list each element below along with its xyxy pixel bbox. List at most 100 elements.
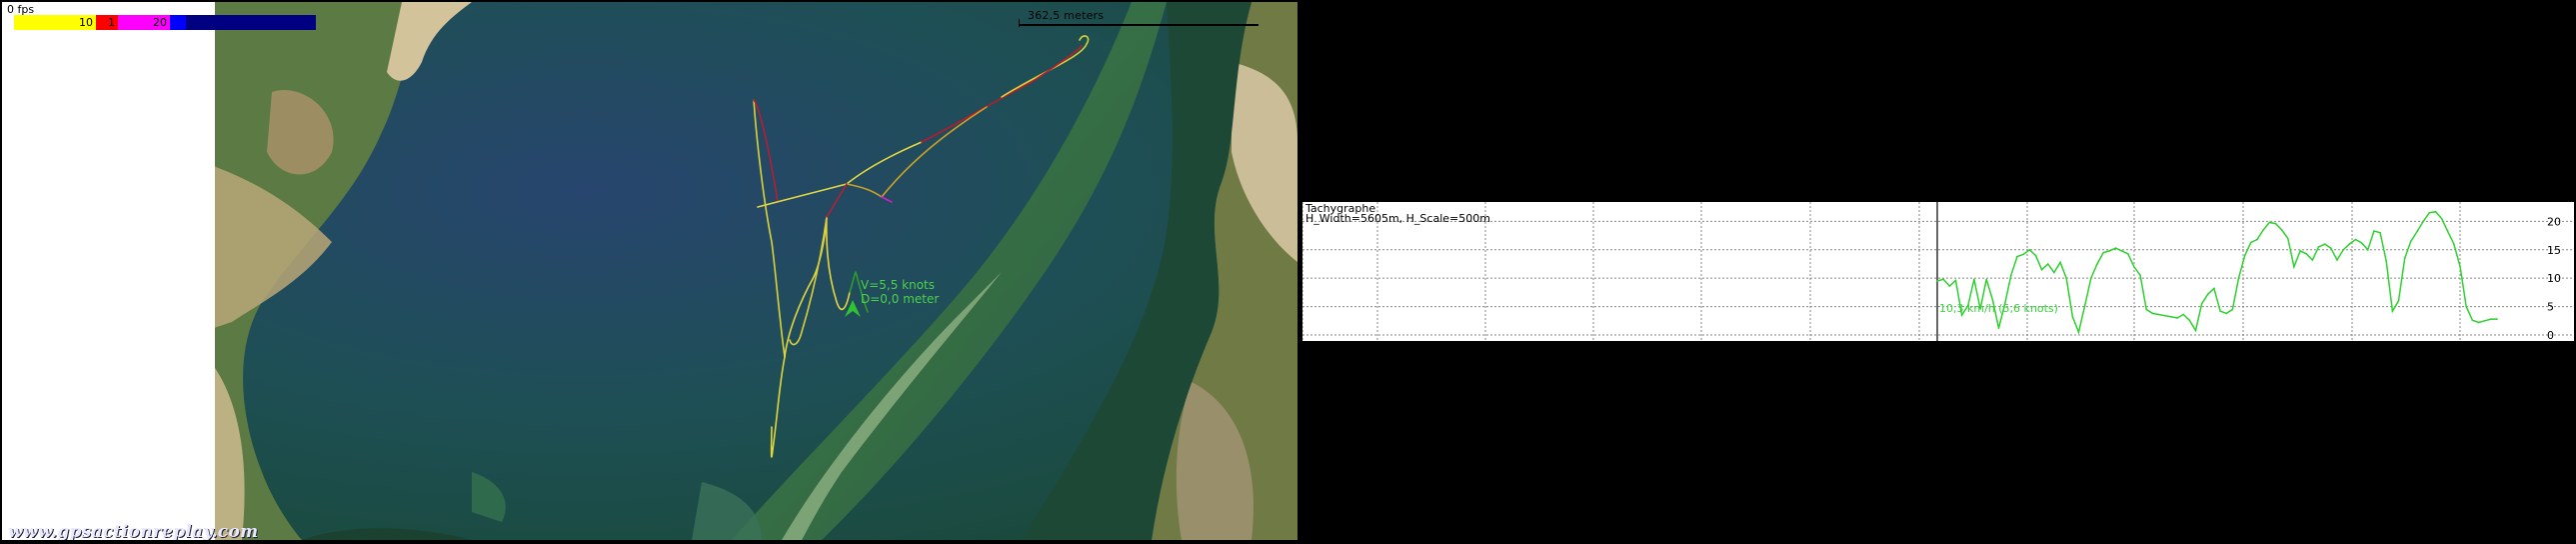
- speed-data-point: [2231, 308, 2234, 311]
- watermark-link[interactable]: www.gpsactionreplay.com: [8, 522, 258, 540]
- track-segment: [1001, 35, 1090, 98]
- distance-value: D=0,0 meter: [861, 292, 940, 306]
- speed-data-point: [2385, 260, 2387, 262]
- speed-data-point: [2354, 238, 2357, 241]
- speed-data-point: [2114, 247, 2117, 249]
- speed-data-point: [2422, 220, 2424, 223]
- speed-data-point: [2016, 255, 2018, 258]
- track-segment: [770, 356, 786, 458]
- speed-data-point: [2250, 241, 2252, 244]
- speed-data-point: [2336, 259, 2338, 261]
- speed-data-point: [2120, 250, 2123, 252]
- speed-value: V=5,5 knots: [861, 278, 936, 292]
- track-segment: [826, 216, 851, 311]
- speed-data-point: [2182, 313, 2184, 316]
- chart-subtitle: H_Width=5605m, H_Scale=500m: [1305, 212, 1490, 225]
- speed-data-point: [2410, 240, 2412, 243]
- scale-bar: [1019, 24, 1259, 26]
- speed-data-point: [2305, 253, 2307, 255]
- speed-data-point: [2139, 274, 2141, 277]
- speed-data-point: [1985, 278, 1987, 281]
- speed-data-point: [1936, 280, 1938, 282]
- speed-data-point: [2471, 319, 2474, 321]
- speed-data-point: [2053, 271, 2055, 274]
- track-segment: [753, 99, 779, 203]
- speed-data-point: [2317, 246, 2320, 248]
- track-segment: [753, 99, 786, 358]
- y-tick-label: 10: [2547, 272, 2561, 285]
- speed-data-point: [2219, 310, 2221, 312]
- speed-data-point: [2287, 237, 2289, 240]
- track-segment: [1031, 45, 1083, 83]
- speed-data-point: [2022, 253, 2024, 256]
- speed-data-point: [2360, 242, 2363, 244]
- speed-data-point: [2434, 210, 2437, 213]
- speed-data-point: [2459, 266, 2461, 268]
- speed-data-point: [2256, 238, 2258, 241]
- speed-data-point: [2477, 321, 2480, 324]
- speed-data-point: [2096, 263, 2098, 265]
- speed-data-point: [2465, 305, 2467, 308]
- track-segment: [757, 141, 923, 208]
- speed-data-point: [2151, 312, 2154, 315]
- speed-data-point: [2059, 261, 2061, 264]
- speed-data-point: [2108, 250, 2111, 252]
- speed-data-point: [2416, 230, 2418, 233]
- y-tick-label: 20: [2547, 215, 2561, 228]
- speed-data-point: [2440, 217, 2443, 220]
- speed-data-point: [2274, 222, 2277, 225]
- speed-data-point: [2397, 300, 2400, 302]
- speed-data-point: [2213, 287, 2215, 290]
- speed-data-point: [2194, 329, 2197, 332]
- speed-data-point: [2225, 312, 2227, 315]
- speed-data-point: [2447, 230, 2449, 233]
- speed-data-point: [2034, 254, 2037, 257]
- speed-data-point: [2262, 229, 2264, 231]
- speed-data-point: [2102, 251, 2104, 254]
- speed-data-point: [2311, 259, 2314, 261]
- track-segment: [846, 106, 988, 198]
- speed-data-point: [2453, 243, 2455, 245]
- cursor-speed-readout: 10,3 km/h (5,6 knots): [1939, 302, 2058, 315]
- speed-data-point: [2330, 247, 2332, 249]
- speed-data-point: [1942, 278, 1944, 281]
- map-view[interactable]: 0 fps 10 1 20 362,5 meters V=5,5 knots D=0…: [2, 2, 1297, 540]
- speed-data-point: [2170, 316, 2172, 318]
- track-segment: [789, 216, 828, 346]
- speed-data-point: [1948, 285, 1951, 287]
- speed-readout: V=5,5 knots D=0,0 meter: [861, 278, 939, 306]
- speed-data-point: [2268, 221, 2271, 224]
- speed-data-point: [2047, 263, 2049, 265]
- speed-data-point: [2071, 316, 2074, 318]
- speed-data-point: [2496, 318, 2498, 320]
- speed-data-point: [2483, 320, 2486, 322]
- speed-data-point: [2127, 253, 2129, 255]
- speed-data-point: [2342, 249, 2344, 251]
- speed-data-point: [1997, 327, 2000, 329]
- speed-data-point: [2348, 243, 2351, 245]
- speed-data-point: [2403, 257, 2406, 260]
- speed-data-point: [2391, 310, 2394, 312]
- speed-chart-plot: 20 15 10 5 0: [1302, 202, 2574, 341]
- speed-data-point: [2157, 313, 2160, 316]
- speed-data-point: [1954, 279, 1957, 282]
- speed-data-point: [2083, 304, 2086, 307]
- speed-data-point: [1973, 278, 1975, 281]
- speed-data-point: [2065, 277, 2067, 279]
- speed-data-point: [2323, 243, 2326, 245]
- speed-data-point: [2373, 230, 2375, 232]
- speed-data-point: [2207, 293, 2209, 295]
- speed-data-point: [2133, 266, 2135, 268]
- speed-data-point: [2040, 268, 2043, 271]
- speed-data-point: [2490, 318, 2492, 320]
- speed-data-point: [2200, 303, 2203, 305]
- speed-data-point: [2428, 212, 2431, 214]
- speed-data-point: [2243, 254, 2246, 257]
- track-segment: [784, 216, 828, 358]
- speed-data-point: [2188, 319, 2191, 321]
- speed-data-point: [2010, 274, 2012, 277]
- speed-data-point: [2090, 277, 2092, 279]
- track-segment: [921, 81, 1033, 143]
- y-tick-label: 0: [2547, 329, 2554, 341]
- speed-chart[interactable]: 20 15 10 5 0 Tachygraphe H_Width=5605m, H_Sc…: [1302, 202, 2574, 341]
